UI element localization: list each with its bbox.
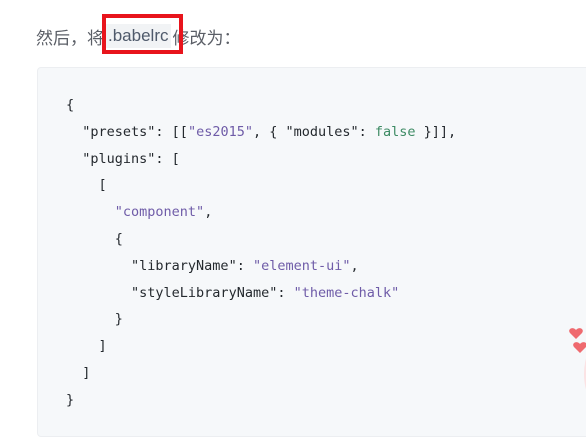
intro-suffix: 修改为： bbox=[172, 28, 241, 49]
code-line-8: "styleLibraryName": "theme-chalk" bbox=[131, 284, 400, 301]
code-line-2: "presets": [["es2015", { "modules": fals… bbox=[82, 123, 457, 140]
code-line-3: "plugins": [ bbox=[82, 150, 180, 167]
intro-prefix: 然后，将 bbox=[36, 28, 104, 49]
code-line-1: { bbox=[66, 97, 75, 113]
code-line-12: } bbox=[66, 391, 75, 408]
code-line-10: ] bbox=[98, 338, 107, 355]
code-line-5: "component", bbox=[114, 204, 213, 221]
code-line-9: } bbox=[114, 311, 123, 328]
code-line-6: { bbox=[114, 230, 123, 247]
intro-paragraph: 然后，将 .babelrc 修改为： bbox=[36, 22, 240, 50]
code-content: { "presets": [["es2015", { "modules": fa… bbox=[66, 92, 456, 414]
code-line-7: "libraryName": "element-ui", bbox=[131, 257, 359, 274]
code-line-11: ] bbox=[82, 364, 91, 381]
heart-decoration-icon bbox=[569, 328, 586, 390]
code-block: { "presets": [["es2015", { "modules": fa… bbox=[37, 67, 586, 437]
babelrc-inline-code: .babelrc bbox=[105, 24, 172, 48]
code-line-4: [ bbox=[98, 177, 107, 194]
